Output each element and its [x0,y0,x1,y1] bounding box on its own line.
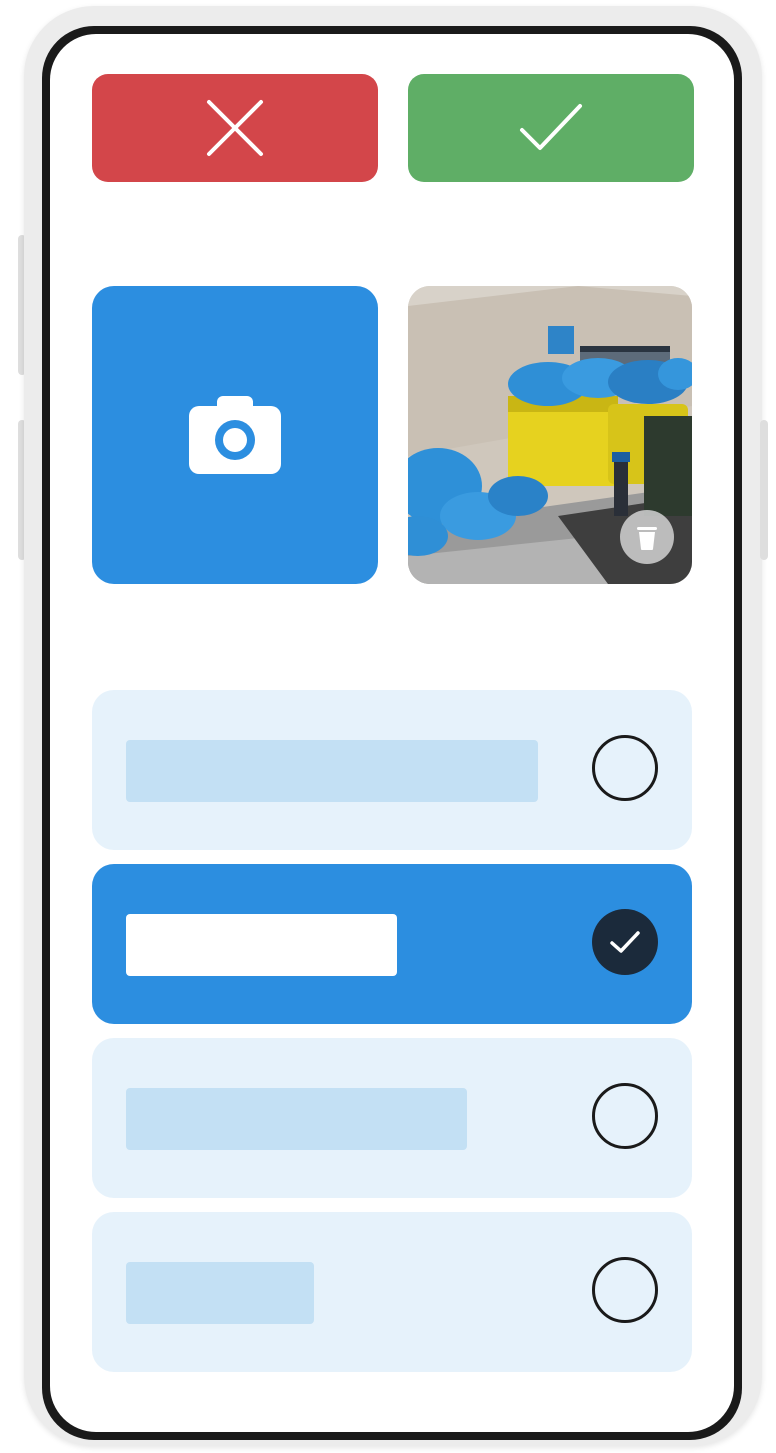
option-item[interactable] [92,1212,692,1372]
option-label-placeholder [126,1088,467,1150]
radio-checked[interactable] [592,909,658,975]
option-item[interactable] [92,1038,692,1198]
option-label-placeholder [126,740,538,802]
option-label-placeholder [126,1262,314,1324]
photo-thumbnail[interactable] [408,286,692,584]
side-button-right [760,420,768,560]
camera-icon [189,396,281,474]
radio-unchecked[interactable] [592,1083,658,1149]
phone-screen [50,34,734,1432]
trash-icon [637,527,657,550]
check-icon [610,931,640,953]
cancel-button[interactable] [92,74,378,182]
radio-unchecked[interactable] [592,735,658,801]
option-item[interactable] [92,690,692,850]
delete-photo-button[interactable] [620,510,674,564]
confirm-button[interactable] [408,74,694,182]
check-icon [520,104,582,150]
radio-unchecked[interactable] [592,1257,658,1323]
phone-mockup [0,0,776,1453]
option-item-selected[interactable] [92,864,692,1024]
take-photo-button[interactable] [92,286,378,584]
close-icon [207,100,263,156]
option-label-placeholder [126,914,397,976]
